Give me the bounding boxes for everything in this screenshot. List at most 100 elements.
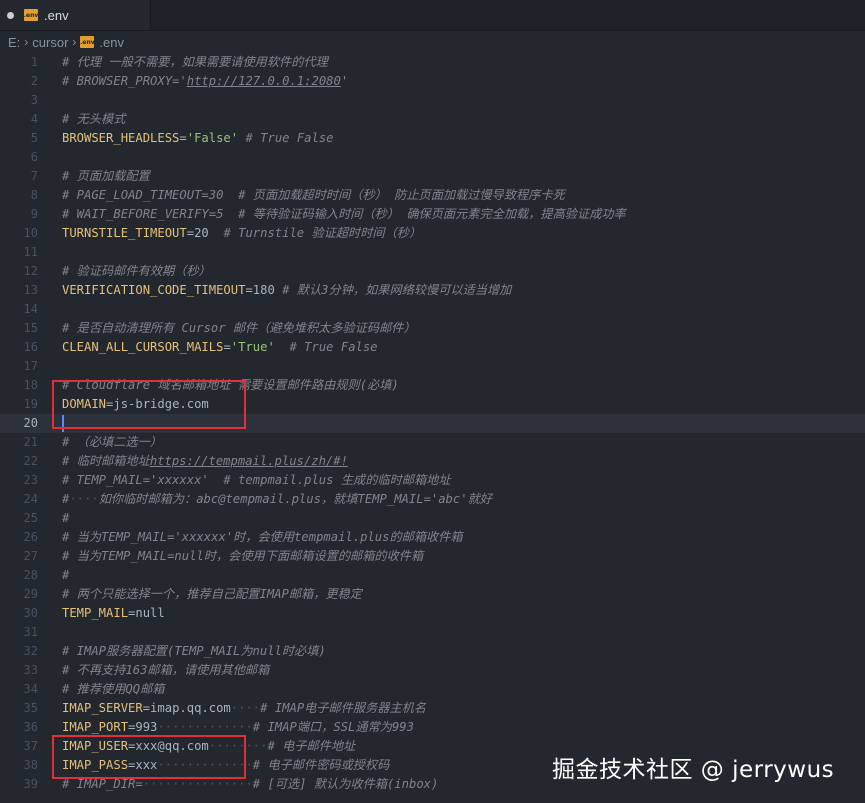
code-text: # PAGE_LOAD_TIMEOUT=30 # 页面加载超时时间（秒） 防止页…	[62, 186, 565, 205]
code-line[interactable]: 28 #	[0, 566, 865, 585]
code-token: # 当为TEMP_MAIL=null时，会使用下面邮箱设置的邮箱的收件箱	[62, 549, 424, 563]
code-line[interactable]: 13 VERIFICATION_CODE_TIMEOUT=180 # 默认3分钟，…	[0, 281, 865, 300]
code-text: VERIFICATION_CODE_TIMEOUT=180 # 默认3分钟，如果…	[62, 281, 511, 300]
line-number: 28	[23, 568, 38, 582]
code-line[interactable]: 12 # 验证码邮件有效期（秒）	[0, 262, 865, 281]
tab-bar: .env .env	[0, 0, 865, 31]
code-line[interactable]: 11	[0, 243, 865, 262]
line-number: 29	[23, 587, 38, 601]
code-line[interactable]: 26 # 当为TEMP_MAIL='xxxxxx'时，会使用tempmail.pl…	[0, 528, 865, 547]
breadcrumb-drive[interactable]: E:	[0, 35, 20, 50]
code-line[interactable]: 8 # PAGE_LOAD_TIMEOUT=30 # 页面加载超时时间（秒） 防止…	[0, 186, 865, 205]
code-line[interactable]: 10 TURNSTILE_TIMEOUT=20 # Turnstile 验证超时时…	[0, 224, 865, 243]
code-text: # 推荐使用QQ邮箱	[62, 680, 164, 699]
code-line[interactable]: 30 TEMP_MAIL=null	[0, 604, 865, 623]
code-token: # BROWSER_PROXY='	[62, 74, 187, 88]
code-token: #	[62, 511, 70, 525]
line-number: 3	[30, 93, 38, 107]
code-token: =180	[245, 283, 283, 297]
code-text: # 代理 一般不需要，如果需要请使用软件的代理	[62, 53, 328, 72]
code-token: # 临时邮箱地址	[62, 454, 150, 468]
code-token: # 默认3分钟，如果网络较慢可以适当增加	[282, 283, 512, 297]
breadcrumb-file[interactable]: .env	[99, 35, 124, 50]
code-line[interactable]: 4 # 无头模式	[0, 110, 865, 129]
code-text: #	[62, 566, 69, 585]
code-line[interactable]: 34 # 推荐使用QQ邮箱	[0, 680, 865, 699]
code-token: # 代理 一般不需要，如果需要请使用软件的代理	[62, 55, 328, 69]
code-line[interactable]: 27 # 当为TEMP_MAIL=null时，会使用下面邮箱设置的邮箱的收件箱	[0, 547, 865, 566]
code-line[interactable]: 23 # TEMP_MAIL='xxxxxx' # tempmail.plus 生…	[0, 471, 865, 490]
code-token: # 电子邮件密码或授权码	[252, 758, 390, 772]
code-text: # 当为TEMP_MAIL='xxxxxx'时，会使用tempmail.plus…	[62, 528, 463, 547]
code-line[interactable]: 5 BROWSER_HEADLESS='False' # True False	[0, 129, 865, 148]
code-token: # 电子邮件地址	[267, 739, 356, 753]
code-line[interactable]: 15 # 是否自动清理所有 Cursor 邮件（避免堆积太多验证码邮件）	[0, 319, 865, 338]
code-token: http://127.0.0.1:2080	[186, 74, 341, 88]
tab-env[interactable]: .env .env	[0, 0, 151, 30]
code-line[interactable]: 17	[0, 357, 865, 376]
code-line[interactable]: 1 # 代理 一般不需要，如果需要请使用软件的代理	[0, 53, 865, 72]
code-token: # WAIT_BEFORE_VERIFY=5 # 等待验证码输入时间（秒） 确保…	[62, 207, 626, 221]
line-number: 9	[30, 207, 38, 221]
watermark: 掘金技术社区 @ jerrywus	[552, 757, 835, 783]
code-text: # TEMP_MAIL='xxxxxx' # tempmail.plus 生成的…	[62, 471, 451, 490]
code-text: # （必填二选一）	[62, 433, 162, 452]
code-token: =	[179, 131, 187, 145]
code-line[interactable]: 29 # 两个只能选择一个，推荐自己配置IMAP邮箱，更稳定	[0, 585, 865, 604]
code-line[interactable]: 32 # IMAP服务器配置(TEMP_MAIL为null时必填)	[0, 642, 865, 661]
line-number: 16	[23, 340, 38, 354]
code-text: CLEAN_ALL_CURSOR_MAILS='True' # True Fal…	[62, 338, 378, 357]
line-number: 17	[23, 359, 38, 373]
code-line[interactable]: 9 # WAIT_BEFORE_VERIFY=5 # 等待验证码输入时间（秒） 确…	[0, 205, 865, 224]
code-line[interactable]: 3	[0, 91, 865, 110]
line-number: 31	[23, 625, 38, 639]
line-number: 8	[30, 188, 38, 202]
code-token: # 当为TEMP_MAIL='xxxxxx'时，会使用tempmail.plus…	[62, 530, 463, 544]
code-token: =993	[128, 720, 158, 734]
line-number: 38	[23, 758, 38, 772]
code-token: # 推荐使用QQ邮箱	[62, 682, 165, 696]
code-text: #····如你临时邮箱为：abc@tempmail.plus，就填TEMP_MA…	[62, 490, 492, 509]
code-line[interactable]: 14	[0, 300, 865, 319]
code-line[interactable]: 35 IMAP_SERVER=imap.qq.com····# IMAP电子邮件服…	[0, 699, 865, 718]
line-number: 26	[23, 530, 38, 544]
code-line[interactable]: 31	[0, 623, 865, 642]
breadcrumb-folder[interactable]: cursor	[32, 35, 68, 50]
code-token: BROWSER_HEADLESS	[62, 131, 180, 145]
code-token: # 是否自动清理所有 Cursor 邮件（避免堆积太多验证码邮件）	[62, 321, 416, 335]
highlight-box-imap-credentials	[52, 735, 246, 779]
code-token: # [可选] 默认为收件箱(inbox)	[252, 777, 439, 791]
code-token: 如你临时邮箱为：abc@tempmail.plus，就填TEMP_MAIL='a…	[98, 492, 492, 506]
code-line[interactable]: 7 # 页面加载配置	[0, 167, 865, 186]
code-token: '	[340, 74, 349, 88]
unsaved-dot-icon[interactable]	[7, 11, 14, 19]
code-token: # Turnstile 验证超时时间（秒）	[223, 226, 422, 240]
highlight-box-domain	[52, 380, 246, 429]
line-number: 4	[30, 112, 38, 126]
code-text: IMAP_SERVER=imap.qq.com····# IMAP电子邮件服务器…	[62, 699, 426, 718]
code-text: # 两个只能选择一个，推荐自己配置IMAP邮箱，更稳定	[62, 585, 362, 604]
code-line[interactable]: 22 # 临时邮箱地址https://tempmail.plus/zh/#!	[0, 452, 865, 471]
tab-label: .env	[44, 7, 69, 23]
code-line[interactable]: 6	[0, 148, 865, 167]
line-number: 1	[30, 55, 38, 69]
code-token: # 页面加载配置	[62, 169, 150, 183]
code-line[interactable]: 16 CLEAN_ALL_CURSOR_MAILS='True' # True F…	[0, 338, 865, 357]
line-number: 19	[23, 397, 38, 411]
code-token: # TEMP_MAIL='xxxxxx' # tempmail.plus 生成的…	[62, 473, 451, 487]
line-number: 35	[23, 701, 38, 715]
line-number: 18	[23, 378, 38, 392]
code-token: =20	[186, 226, 224, 240]
code-line[interactable]: 21 # （必填二选一）	[0, 433, 865, 452]
code-token: # True False	[245, 131, 334, 145]
line-number: 21	[23, 435, 38, 449]
line-number: 15	[23, 321, 38, 335]
code-line[interactable]: 33 # 不再支持163邮箱，请使用其他邮箱	[0, 661, 865, 680]
code-token: # 两个只能选择一个，推荐自己配置IMAP邮箱，更稳定	[62, 587, 362, 601]
code-token: # True False	[289, 340, 378, 354]
code-line[interactable]: 2 # BROWSER_PROXY='http://127.0.0.1:2080'	[0, 72, 865, 91]
code-token: # IMAP服务器配置(TEMP_MAIL为null时必填)	[62, 644, 326, 658]
code-line[interactable]: 24 #····如你临时邮箱为：abc@tempmail.plus，就填TEMP_…	[0, 490, 865, 509]
code-line[interactable]: 25 #	[0, 509, 865, 528]
